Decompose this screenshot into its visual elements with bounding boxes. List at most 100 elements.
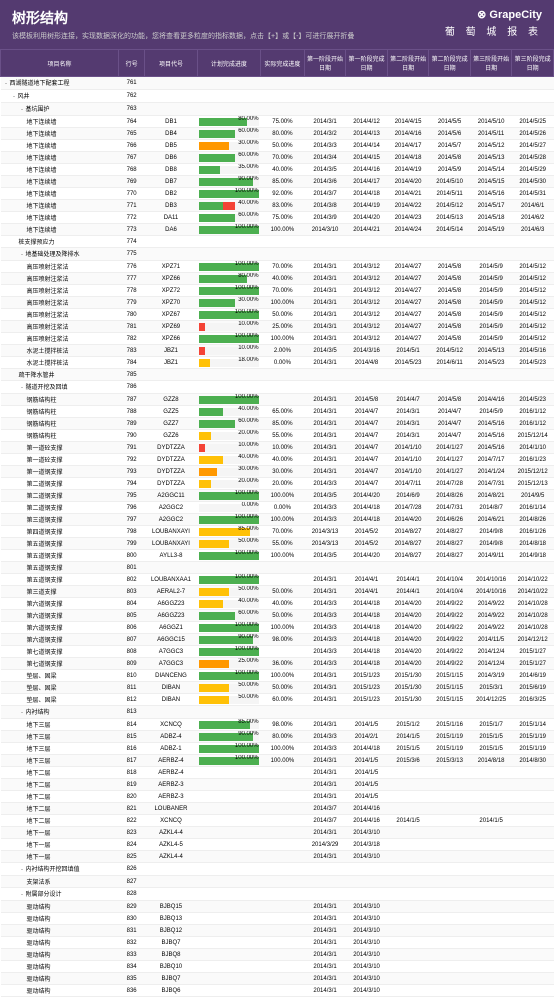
- cell-e2: 2014/1/27: [429, 454, 471, 466]
- cell-s2: [387, 90, 429, 103]
- tree-toggle-icon[interactable]: -: [19, 867, 26, 874]
- cell-name: 钢筋结构柱: [1, 430, 119, 442]
- tree-toggle-icon[interactable]: -: [19, 252, 26, 259]
- cell-act: 65.00%: [261, 406, 305, 418]
- cell-name: -基坑围护: [1, 103, 119, 116]
- cell-plan: 50.00%: [197, 586, 260, 598]
- cell-e3: [512, 827, 554, 839]
- row-name: 内衬结构: [26, 710, 50, 716]
- cell-code: A7GGC3: [145, 646, 197, 658]
- cell-s2: 2014/4/27: [387, 321, 429, 333]
- cell-name: 第四道钢支撑: [1, 526, 119, 538]
- cell-s3: 2014/5/11: [470, 128, 512, 140]
- row-name: 第二道钢支撑: [27, 506, 63, 512]
- cell-s1: 2014/3/3: [304, 743, 346, 755]
- cell-e2: 2014/9/22: [429, 634, 471, 646]
- cell-e2: 2014/5/8: [429, 309, 471, 321]
- cell-plan: 40.00%: [197, 200, 260, 212]
- cell-name: -风井: [1, 90, 119, 103]
- cell-plan: [197, 973, 260, 985]
- cell-code: GZZ5: [145, 406, 197, 418]
- row-name: 地下连续墙: [27, 120, 57, 126]
- cell-s1: 2014/3/7: [304, 815, 346, 827]
- cell-act: 70.00%: [261, 261, 305, 273]
- cell-e3: 2015/1/14: [512, 719, 554, 731]
- cell-plan: 0.00%: [197, 502, 260, 514]
- cell-seq: 813: [119, 706, 145, 719]
- table-row: 钢筋结构柱 790 GZZ6 20.00% 55.00% 2014/3/1 20…: [1, 430, 554, 442]
- row-name: 第三道支撑: [27, 590, 57, 596]
- tree-toggle-icon[interactable]: -: [19, 892, 26, 899]
- row-name: 地下连续墙: [27, 144, 57, 150]
- cell-name: 桩支撑预应力: [1, 236, 119, 248]
- cell-name: 垫层、固梁: [1, 670, 119, 682]
- cell-e1: 2014/3/10: [346, 961, 388, 973]
- row-name: 地下二层: [27, 807, 51, 813]
- cell-code: [145, 888, 197, 901]
- cell-s2: 2014/1/10: [387, 466, 429, 478]
- cell-s2: [387, 839, 429, 851]
- cell-e2: 2014/7/31: [429, 502, 471, 514]
- cell-seq: 818: [119, 767, 145, 779]
- cell-code: BJBQ15: [145, 901, 197, 913]
- cell-s2: 2014/4/20: [387, 514, 429, 526]
- cell-e3: 2014/5/28: [512, 152, 554, 164]
- tree-toggle-icon[interactable]: -: [19, 385, 26, 392]
- cell-s1: 2014/3/1: [304, 937, 346, 949]
- cell-act: 20.00%: [261, 478, 305, 490]
- cell-seq: 786: [119, 381, 145, 394]
- tree-toggle-icon[interactable]: -: [19, 107, 26, 114]
- cell-act: 70.00%: [261, 152, 305, 164]
- table-row: -附属部分设计 828: [1, 888, 554, 901]
- cell-e2: 2014/5/12: [429, 200, 471, 212]
- cell-s1: 2014/3/1: [304, 755, 346, 767]
- cell-s1: 2014/3/4: [304, 152, 346, 164]
- tree-toggle-icon[interactable]: -: [3, 81, 10, 88]
- row-name: 地下连续墙: [27, 132, 57, 138]
- tree-toggle-icon[interactable]: -: [19, 710, 26, 717]
- cell-seq: 806: [119, 622, 145, 634]
- cell-s3: [470, 791, 512, 803]
- cell-code: [145, 369, 197, 381]
- cell-e3: 2014/8/18: [512, 538, 554, 550]
- cell-s2: 2014/4/27: [387, 333, 429, 345]
- cell-s2: 2014/4/27: [387, 297, 429, 309]
- cell-s2: 2014/4/19: [387, 164, 429, 176]
- table-row: 第一道钢支撑 793 DYDTZZA 30.00% 30.00% 2014/3/…: [1, 466, 554, 478]
- cell-code: A7GGC3: [145, 658, 197, 670]
- cell-s3: 2014/5/10: [470, 116, 512, 128]
- cell-seq: 808: [119, 646, 145, 658]
- cell-code: DIBAN: [145, 682, 197, 694]
- cell-code: [145, 248, 197, 261]
- cell-seq: 769: [119, 176, 145, 188]
- cell-e1: 2014/4/8: [346, 357, 388, 369]
- cell-seq: 825: [119, 851, 145, 863]
- cell-act: [261, 937, 305, 949]
- cell-seq: 821: [119, 803, 145, 815]
- table-row: 地下连续墙 770 DB2 100.00% 92.00% 2014/3/7 20…: [1, 188, 554, 200]
- table-row: 第三道支撑 803 AERAL2-7 50.00% 50.00% 2014/3/…: [1, 586, 554, 598]
- table-row: 钢筋结构柱 788 GZZ5 40.00% 65.00% 2014/3/1 20…: [1, 406, 554, 418]
- cell-name: 地下二层: [1, 779, 119, 791]
- cell-e2: 2014/9/22: [429, 658, 471, 670]
- cell-plan: 50.00%: [197, 538, 260, 550]
- cell-s3: 2014/5/16: [470, 442, 512, 454]
- cell-plan: [197, 815, 260, 827]
- cell-e2: [429, 863, 471, 876]
- table-row: -内衬结构 813: [1, 706, 554, 719]
- cell-e2: 2014/6/26: [429, 514, 471, 526]
- cell-s1: 2014/3/1: [304, 670, 346, 682]
- cell-e3: 2014/6/1: [512, 200, 554, 212]
- cell-e2: 2014/5/8: [429, 273, 471, 285]
- cell-code: A6GGZ23: [145, 598, 197, 610]
- cell-s1: 2014/3/3: [304, 622, 346, 634]
- table-row: 垫层、固梁 810 DIANCENG 100.00% 100.00% 2014/…: [1, 670, 554, 682]
- cell-s1: 2014/3/1: [304, 309, 346, 321]
- cell-e3: 2016/1/12: [512, 406, 554, 418]
- cell-e1: 2015/1/23: [346, 682, 388, 694]
- tree-toggle-icon[interactable]: -: [11, 94, 18, 101]
- cell-e1: [346, 236, 388, 248]
- cell-name: 地下二层: [1, 791, 119, 803]
- cell-s3: [470, 863, 512, 876]
- cell-e1: 2014/3/16: [346, 345, 388, 357]
